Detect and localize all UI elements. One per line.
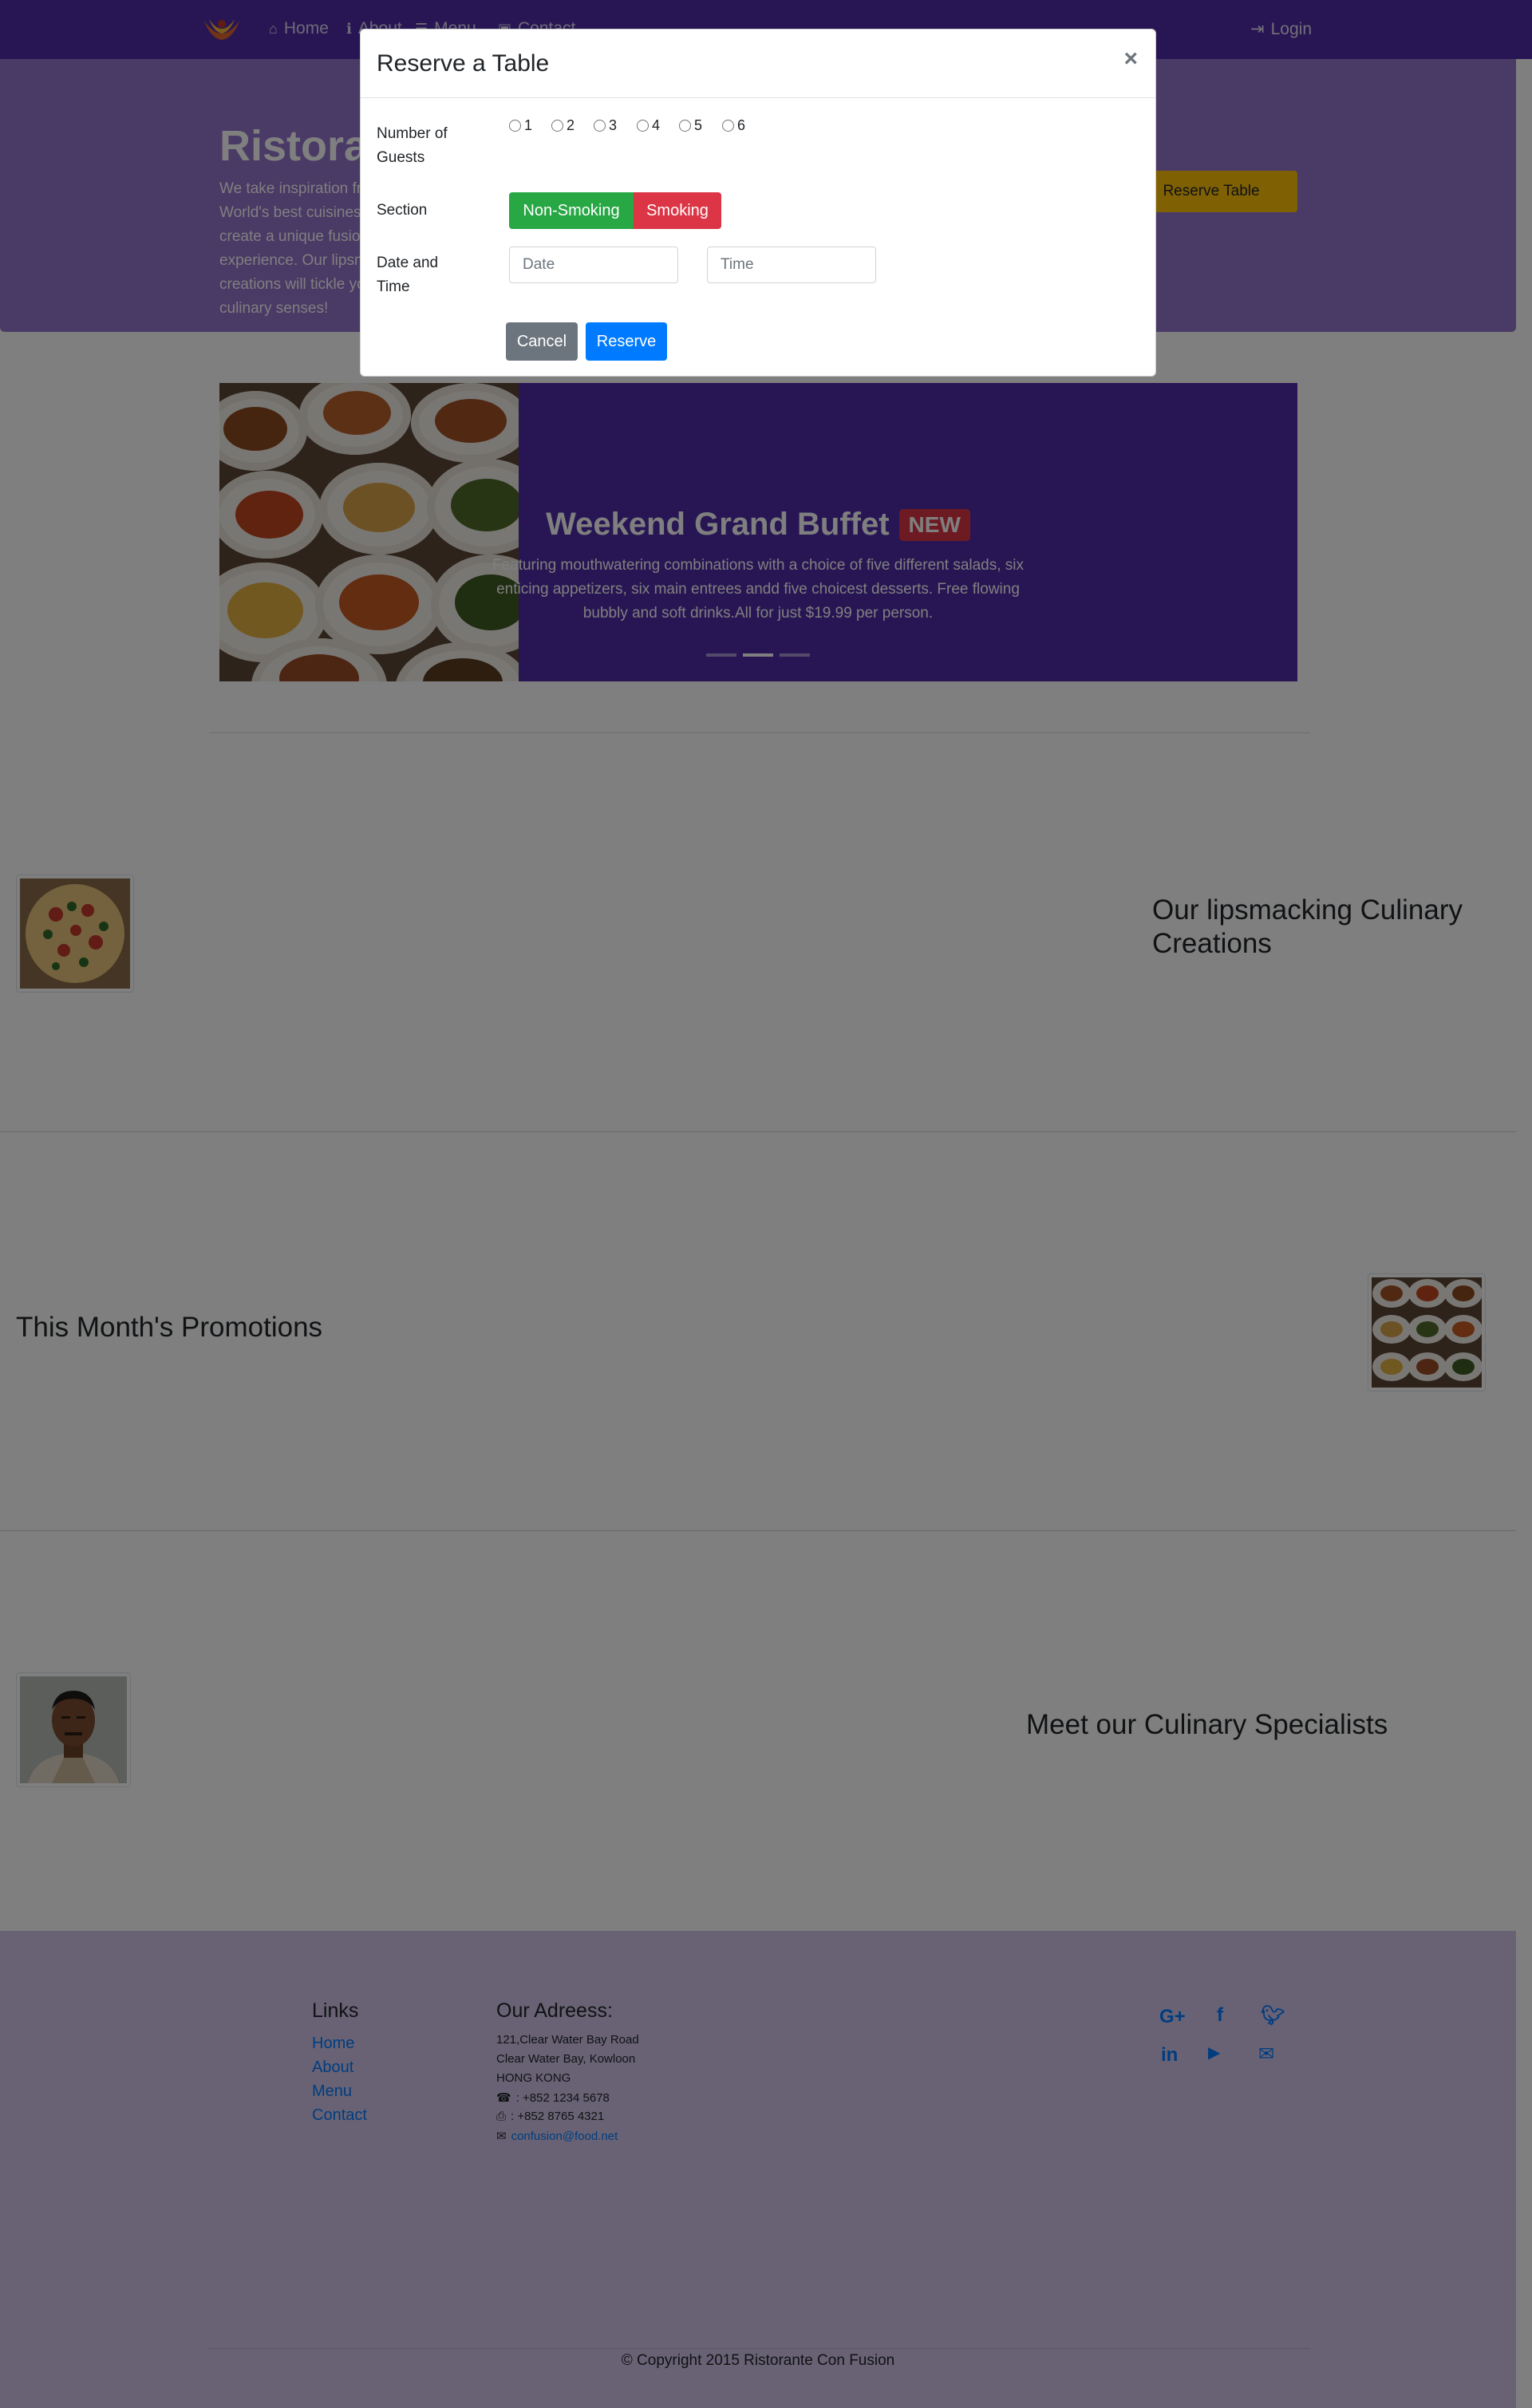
guest-option-label: 1 (524, 117, 533, 133)
guest-option-label: 5 (694, 117, 703, 133)
guest-option-label: 6 (737, 117, 746, 133)
section-toggle: Non-Smoking Smoking (509, 192, 721, 229)
date-time-label: Date and Time (377, 255, 439, 295)
guest-option-1[interactable]: 1 (509, 117, 532, 134)
cancel-button[interactable]: Cancel (506, 322, 578, 361)
guest-option-5[interactable]: 5 (679, 117, 702, 134)
close-icon[interactable]: × (1123, 45, 1138, 73)
guests-label: Number of Guests (377, 125, 448, 166)
radio-button[interactable] (509, 120, 521, 132)
reserve-button[interactable]: Reserve (586, 322, 667, 361)
modal-header: Reserve a Table × (361, 30, 1155, 98)
guest-option-label: 3 (609, 117, 618, 133)
radio-button[interactable] (679, 120, 691, 132)
guest-option-label: 4 (652, 117, 661, 133)
radio-button[interactable] (594, 120, 606, 132)
radio-button[interactable] (551, 120, 563, 132)
guest-option-3[interactable]: 3 (594, 117, 617, 134)
guest-option-label: 2 (567, 117, 575, 133)
reserve-table-modal: Reserve a Table × Number of Guests 1 2 3… (360, 29, 1156, 377)
date-input[interactable] (509, 247, 678, 283)
section-label: Section (377, 202, 428, 219)
guest-option-2[interactable]: 2 (551, 117, 574, 134)
radio-button[interactable] (722, 120, 734, 132)
guest-option-6[interactable]: 6 (722, 117, 745, 134)
time-input[interactable] (707, 247, 876, 283)
radio-button[interactable] (637, 120, 649, 132)
smoking-button[interactable]: Smoking (634, 192, 721, 229)
guest-option-4[interactable]: 4 (637, 117, 660, 134)
non-smoking-button[interactable]: Non-Smoking (509, 192, 634, 229)
modal-title: Reserve a Table (377, 50, 550, 77)
